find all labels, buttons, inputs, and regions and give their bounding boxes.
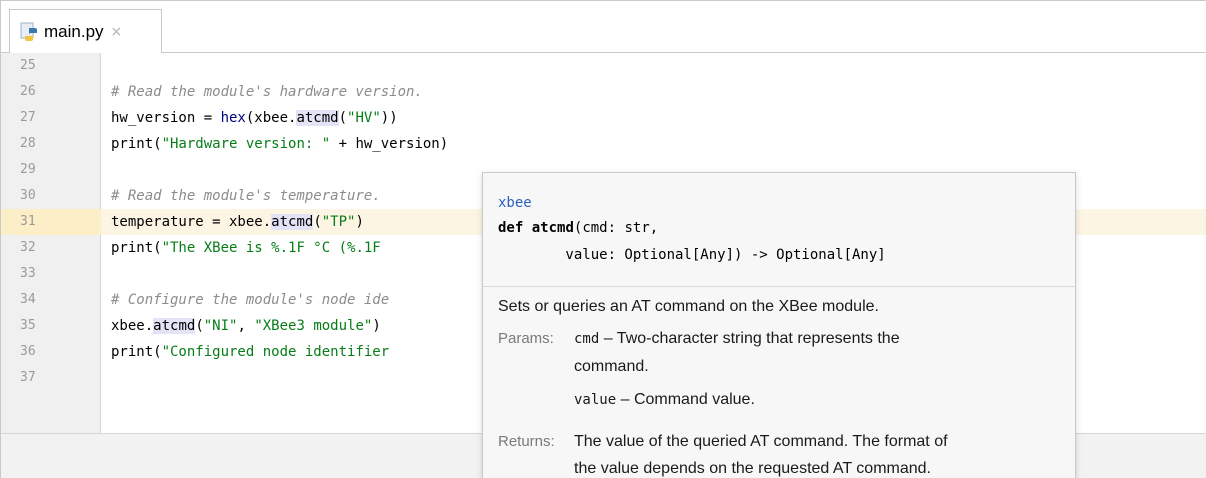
code-comment: # Read the module's temperature. [111,188,381,204]
line-number: 29 [20,162,36,177]
doc-returns-label: Returns: [498,433,555,450]
code-line: 27 hw_version = hex(xbee.atcmd("HV")) [1,105,1206,131]
line-number: 28 [20,136,36,151]
code-text: hw_version = hex(xbee.atcmd("HV")) [111,110,398,126]
line-number: 31 [1,209,101,235]
code-comment: # Read the module's hardware version. [111,84,423,100]
code-text: temperature = xbee.atcmd("TP") [111,214,364,230]
line-number: 33 [20,266,36,281]
doc-params: Params: cmd – Two-character string that … [498,325,1068,414]
doc-signature-line: value: Optional[Any]) -> Optional[Any] [498,247,886,263]
code-text: print("Configured node identifier [111,344,390,360]
doc-params-label: Params: [498,330,554,347]
ide-window: main.py × 25 26 # Read the module's hard… [0,0,1206,478]
doc-param-cmd-cont: command. [574,358,649,375]
line-number: 37 [20,370,36,385]
close-icon[interactable]: × [111,24,123,40]
doc-param-value: value – Command value. [574,391,755,408]
code-text: xbee.atcmd("NI", "XBee3 module") [111,318,381,334]
code-line: 25 [1,53,1206,79]
doc-returns: Returns: The value of the queried AT com… [498,428,1068,478]
doc-module-link[interactable]: xbee [498,191,1075,215]
code-text: print("The XBee is %.1F °C (%.1F [111,240,381,256]
code-line: 28 print("Hardware version: " + hw_versi… [1,131,1206,157]
quick-documentation-popup[interactable]: xbee def atcmd(cmd: str, value: Optional… [482,172,1076,478]
doc-description: Sets or queries an AT command on the XBe… [498,298,879,315]
code-comment: # Configure the module's node ide [111,292,390,308]
tab-filename: main.py [44,21,104,41]
line-number: 27 [20,110,36,125]
line-number: 35 [20,318,36,333]
line-number: 26 [20,84,36,99]
tab-main-py[interactable]: main.py × [9,9,162,53]
doc-param-cmd: cmd – Two-character string that represen… [574,330,900,347]
doc-returns-text: The value of the queried AT command. The… [574,433,948,450]
line-number: 32 [20,240,36,255]
line-number: 34 [20,292,36,307]
python-file-icon [20,22,40,42]
doc-returns-text: the value depends on the requested AT co… [574,460,931,477]
doc-signature-line: def atcmd(cmd: str, [498,220,659,236]
doc-body: Sets or queries an AT command on the XBe… [498,293,1068,478]
line-number: 25 [20,58,36,73]
line-number: 30 [20,188,36,203]
code-line: 26 # Read the module's hardware version. [1,79,1206,105]
code-text: print("Hardware version: " + hw_version) [111,136,449,152]
line-number: 36 [20,344,36,359]
editor-tab-bar: main.py × [1,1,1206,53]
doc-signature: xbee def atcmd(cmd: str, value: Optional… [483,173,1075,287]
